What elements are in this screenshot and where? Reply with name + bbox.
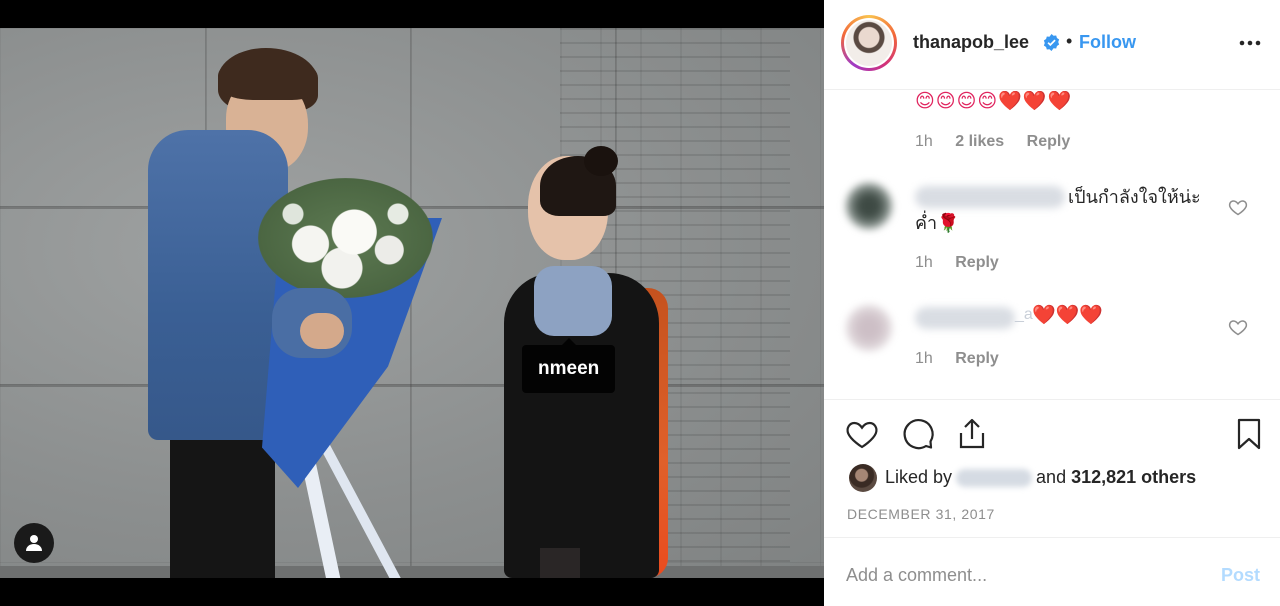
ellipsis-icon[interactable]	[1237, 30, 1263, 56]
commenter-avatar[interactable]	[846, 305, 892, 351]
woman-legs	[540, 548, 580, 578]
post-button[interactable]: Post	[1221, 565, 1260, 586]
post-header: thanapob_lee • Follow	[824, 0, 1280, 90]
likes-count-link[interactable]: 312,821 others	[1071, 467, 1196, 487]
add-comment-bar: Post	[824, 537, 1280, 606]
comment-text: 😊😊😊😊❤️❤️❤️	[915, 91, 1073, 112]
username-link[interactable]: thanapob_lee	[913, 32, 1029, 53]
reply-button[interactable]: Reply	[1027, 133, 1071, 150]
man-hand	[300, 313, 344, 349]
liker-avatar[interactable]	[849, 464, 877, 492]
gown-collar	[534, 266, 612, 336]
comment-likes[interactable]: 2 likes	[955, 133, 1004, 150]
comment-meta: 1h 2 likes Reply	[915, 133, 1070, 151]
comment-input[interactable]	[846, 560, 1206, 590]
post-actions: Liked by and 312,821 others DECEMBER 31, …	[824, 399, 1280, 551]
hair-bun	[584, 146, 618, 176]
reply-button[interactable]: Reply	[955, 254, 999, 271]
bookmark-icon[interactable]	[1231, 416, 1267, 452]
liked-by-line: Liked by and 312,821 others	[885, 467, 1196, 488]
comments-list[interactable]: 😊😊😊😊❤️❤️❤️ 1h 2 likes Reply เป็นกำลังใจใ…	[824, 91, 1280, 399]
person-icon	[26, 535, 42, 551]
reply-button[interactable]: Reply	[955, 350, 999, 367]
comment-text: ❤️❤️❤️	[1032, 305, 1103, 326]
man-hair-fringe	[218, 54, 318, 100]
ground	[0, 566, 824, 578]
comment-bubble-icon[interactable]	[900, 416, 936, 452]
verified-badge-icon	[1043, 34, 1060, 51]
comment-time: 1h	[915, 133, 933, 150]
comment-meta: 1h Reply	[915, 254, 999, 272]
white-flowers	[258, 178, 433, 298]
story-ring[interactable]	[841, 15, 897, 71]
liked-by-connector: and	[1036, 467, 1067, 487]
comment-like-heart-icon[interactable]	[1228, 317, 1248, 337]
man-pants	[170, 433, 275, 578]
separator-dot: •	[1066, 31, 1073, 51]
user-tags-button[interactable]	[14, 523, 54, 563]
user-tag-label[interactable]: nmeen	[522, 338, 616, 393]
avatar	[846, 20, 892, 66]
post-photo[interactable]	[0, 28, 824, 578]
commenter-name-suffix: _a	[1015, 306, 1033, 323]
share-icon[interactable]	[954, 416, 990, 452]
comment-like-heart-icon[interactable]	[1228, 197, 1248, 217]
comment-time: 1h	[915, 350, 933, 367]
heart-icon[interactable]	[844, 416, 880, 452]
liker-name[interactable]	[956, 469, 1033, 488]
post-date[interactable]: DECEMBER 31, 2017	[847, 506, 995, 522]
comment-time: 1h	[915, 254, 933, 271]
follow-button[interactable]: Follow	[1079, 32, 1136, 53]
comment-meta: 1h Reply	[915, 350, 999, 368]
commenter-name[interactable]	[915, 307, 1015, 329]
commenter-avatar[interactable]	[846, 183, 892, 229]
liked-by-prefix: Liked by	[885, 467, 953, 487]
post-photo-pane: nmeen	[0, 0, 824, 606]
comment-text: เป็นกำลังใจให้น่ะค่ำ🌹	[915, 187, 1201, 233]
post-details-panel: thanapob_lee • Follow 😊😊😊😊❤️❤️❤️ 1h 2 li…	[824, 0, 1280, 606]
